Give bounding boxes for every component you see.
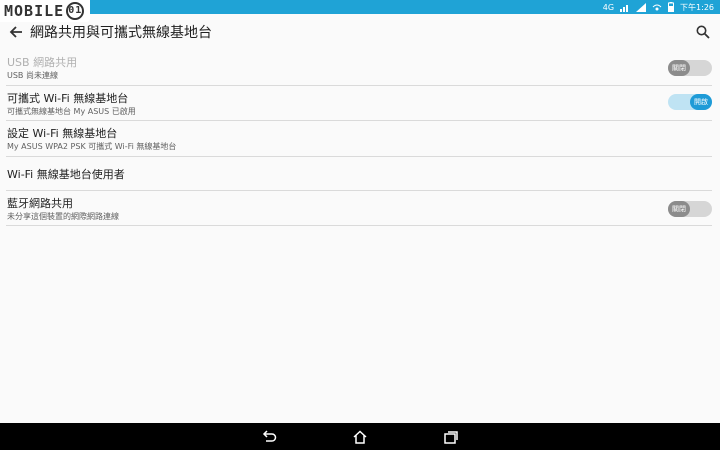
app-bar: 網路共用與可攜式無線基地台: [0, 14, 720, 50]
nav-recents-button[interactable]: [439, 427, 463, 447]
bluetooth-tethering-row[interactable]: 藍牙網路共用 未分享這個裝置的網際網路連線 關閉: [0, 191, 720, 225]
signal-bars-icon: [636, 2, 647, 12]
network-type-badge: 4G: [602, 2, 615, 12]
setup-hotspot-row[interactable]: 設定 Wi-Fi 無線基地台 My ASUS WPA2 PSK 可攜式 Wi-F…: [0, 121, 720, 155]
battery-icon: [668, 2, 675, 12]
usb-tethering-toggle[interactable]: 關閉: [668, 60, 712, 76]
toggle-knob: 關閉: [668, 201, 690, 217]
wifi-hotspot-row[interactable]: 可攜式 Wi-Fi 無線基地台 可攜式無線基地台 My ASUS 已啟用 開啟: [0, 86, 720, 120]
search-button[interactable]: [692, 21, 714, 43]
navigation-bar: [0, 423, 720, 450]
nav-home-button[interactable]: [348, 427, 372, 447]
row-subtitle: My ASUS WPA2 PSK 可攜式 Wi-Fi 無線基地台: [7, 142, 177, 151]
clock-text: 下午1:26: [680, 2, 714, 12]
row-subtitle: 可攜式無線基地台 My ASUS 已啟用: [7, 107, 136, 116]
toggle-knob: 關閉: [668, 60, 690, 76]
back-button[interactable]: [6, 21, 26, 43]
back-icon: [262, 430, 277, 442]
row-subtitle: 未分享這個裝置的網際網路連線: [7, 212, 119, 221]
page-title: 網路共用與可攜式無線基地台: [30, 25, 212, 41]
arrow-left-icon: [9, 26, 22, 38]
row-title: 可攜式 Wi-Fi 無線基地台: [7, 92, 129, 105]
bluetooth-tethering-toggle[interactable]: 關閉: [668, 201, 712, 217]
status-icons: 4G 下午1:26: [603, 0, 714, 14]
home-icon: [353, 430, 367, 444]
row-title: Wi-Fi 無線基地台使用者: [7, 168, 125, 181]
row-title: USB 網路共用: [7, 56, 78, 69]
recents-icon: [444, 431, 458, 444]
signal-icon: [620, 3, 630, 12]
row-title: 藍牙網路共用: [7, 197, 73, 210]
nav-back-button[interactable]: [257, 427, 281, 447]
row-title: 設定 Wi-Fi 無線基地台: [7, 127, 118, 140]
wifi-hotspot-icon: [652, 3, 662, 12]
wifi-hotspot-toggle[interactable]: 開啟: [668, 94, 712, 110]
toggle-knob: 開啟: [690, 94, 712, 110]
usb-tethering-row[interactable]: USB 網路共用 USB 尚未連線 關閉: [0, 50, 720, 86]
divider: [6, 225, 712, 226]
row-subtitle: USB 尚未連線: [7, 71, 58, 80]
search-icon: [696, 25, 710, 39]
hotspot-users-row[interactable]: Wi-Fi 無線基地台使用者: [0, 157, 720, 189]
